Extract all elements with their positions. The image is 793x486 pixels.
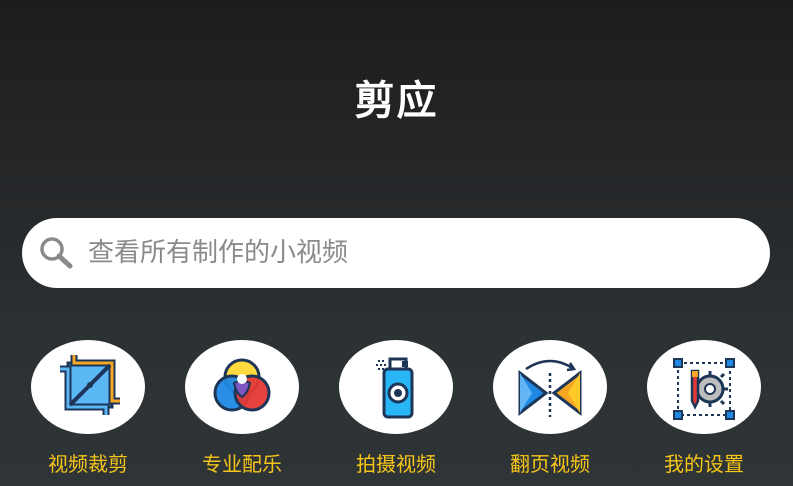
menu-item-settings[interactable]: 我的设置 xyxy=(637,340,771,480)
crop-icon xyxy=(60,355,120,415)
spray-bottle-icon xyxy=(376,357,414,419)
menu-label: 我的设置 xyxy=(664,452,744,476)
search-input[interactable] xyxy=(86,227,730,279)
menu-item-flip-video[interactable]: 翻页视频 xyxy=(483,340,617,480)
menu-icon-circle xyxy=(339,340,453,434)
search-icon xyxy=(36,233,76,273)
search-bar[interactable] xyxy=(22,218,770,288)
menu-label: 翻页视频 xyxy=(510,452,590,476)
menu-item-shoot-video[interactable]: 拍摄视频 xyxy=(329,340,463,480)
menu-icon-circle xyxy=(185,340,299,434)
menu-label: 拍摄视频 xyxy=(356,452,436,476)
menu-item-music[interactable]: 专业配乐 xyxy=(175,340,309,480)
menu-label: 专业配乐 xyxy=(202,452,282,476)
app-title: 剪应 xyxy=(354,78,439,124)
settings-gear-icon xyxy=(673,358,735,420)
menu-icon-circle xyxy=(647,340,761,434)
menu-label: 视频裁剪 xyxy=(48,452,128,476)
menu-icon-circle xyxy=(493,340,607,434)
menu-icon-circle xyxy=(31,340,145,434)
flip-arrows-icon xyxy=(518,359,582,417)
color-circles-icon xyxy=(213,358,271,412)
menu-item-video-crop[interactable]: 视频裁剪 xyxy=(21,340,155,480)
